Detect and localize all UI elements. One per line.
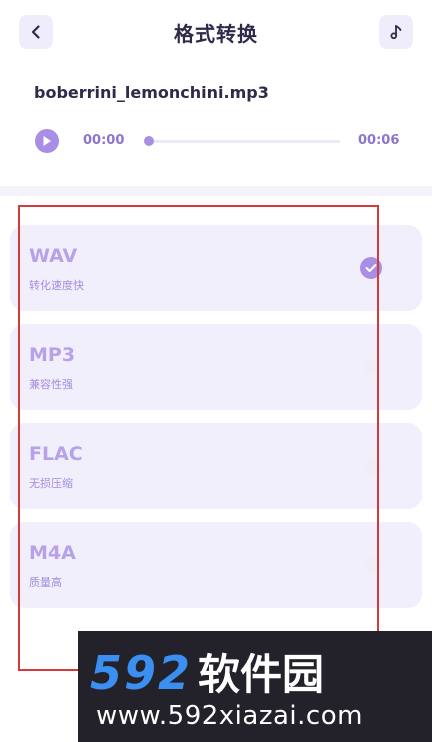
watermark-brand-text: 软件园 bbox=[198, 650, 325, 699]
music-library-button[interactable] bbox=[379, 15, 413, 49]
duration-time: 00:06 bbox=[358, 133, 400, 148]
music-note-icon bbox=[390, 25, 402, 40]
top-bar: 格式转换 bbox=[0, 0, 432, 64]
highlight-box bbox=[18, 205, 379, 671]
section-divider bbox=[0, 186, 432, 196]
progress-track[interactable] bbox=[146, 140, 340, 143]
play-icon bbox=[43, 136, 51, 146]
progress-handle[interactable] bbox=[144, 136, 154, 146]
watermark-url: www.592xiazai.com bbox=[96, 701, 363, 731]
audio-player: 00:00 00:06 bbox=[0, 124, 432, 158]
page-title: 格式转换 bbox=[174, 22, 258, 46]
current-time: 00:00 bbox=[83, 133, 125, 148]
audio-filename: boberrini_lemonchini.mp3 bbox=[34, 83, 269, 102]
watermark-banner: 592 软件园 www.592xiazai.com bbox=[78, 631, 432, 742]
watermark-number: 592 bbox=[90, 646, 193, 700]
watermark-logo: 592 软件园 bbox=[90, 641, 324, 702]
play-button[interactable] bbox=[35, 129, 59, 153]
